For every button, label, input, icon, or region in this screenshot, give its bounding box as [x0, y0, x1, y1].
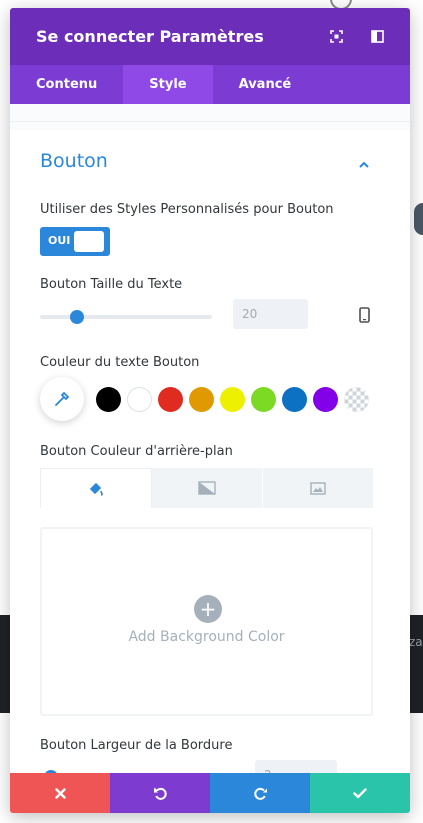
swatch-black[interactable]: [96, 387, 121, 412]
cancel-button[interactable]: [10, 773, 110, 813]
modal-title: Se connecter Paramètres: [36, 27, 264, 46]
divider: [10, 121, 410, 122]
add-background-color-label[interactable]: Add Background Color: [42, 629, 371, 645]
gradient-icon: [198, 481, 216, 495]
modal-footer: [10, 773, 410, 813]
close-icon: [54, 787, 66, 799]
swatch-green[interactable]: [251, 387, 276, 412]
check-icon: [353, 787, 367, 798]
text-color-label: Couleur du texte Bouton: [40, 355, 200, 370]
swatch-red[interactable]: [158, 387, 183, 412]
color-picker-button[interactable]: [40, 377, 84, 421]
header-icons: [330, 30, 384, 43]
undo-button[interactable]: [110, 773, 210, 813]
background-type-tabs: [40, 468, 373, 508]
plus-icon[interactable]: +: [194, 595, 222, 623]
image-icon: [310, 481, 326, 495]
tab-gradient[interactable]: [152, 468, 263, 508]
phone-icon[interactable]: [359, 307, 370, 323]
border-width-label: Bouton Largeur de la Bordure: [40, 738, 233, 753]
eyedropper-icon: [55, 391, 70, 406]
background-side-text: za: [409, 635, 423, 649]
redo-button[interactable]: [210, 773, 310, 813]
tab-contenu[interactable]: Contenu: [10, 65, 123, 104]
text-size-label: Bouton Taille du Texte: [40, 277, 183, 292]
chevron-up-icon[interactable]: [358, 156, 370, 168]
swatch-white[interactable]: [127, 387, 152, 412]
text-size-slider[interactable]: [40, 315, 212, 319]
custom-styles-toggle[interactable]: OUI: [40, 227, 110, 256]
swatch-transparent[interactable]: [344, 387, 369, 412]
border-width-input[interactable]: 2: [255, 760, 337, 773]
swatch-blue[interactable]: [282, 387, 307, 412]
undo-icon: [153, 787, 167, 800]
settings-content[interactable]: Bouton Utiliser des Styles Personnalisés…: [10, 104, 410, 773]
custom-styles-label: Utiliser des Styles Personnalisés pour B…: [40, 202, 334, 217]
save-button[interactable]: [310, 773, 410, 813]
paint-bucket-icon: [89, 482, 103, 496]
swatch-purple[interactable]: [313, 387, 338, 412]
redo-icon: [253, 787, 267, 800]
bg-color-label: Bouton Couleur d'arrière-plan: [40, 444, 233, 459]
text-size-slider-handle[interactable]: [70, 310, 84, 324]
toggle-knob: [74, 231, 104, 252]
section-title[interactable]: Bouton: [40, 150, 108, 172]
tab-avance[interactable]: Avancé: [213, 65, 318, 104]
settings-modal: Se connecter Paramètres Contenu Style Av…: [10, 8, 410, 813]
tab-color[interactable]: [40, 468, 152, 508]
bouton-section: Bouton Utiliser des Styles Personnalisés…: [10, 130, 410, 773]
modal-tabs: Contenu Style Avancé: [10, 65, 410, 104]
swatch-orange[interactable]: [189, 387, 214, 412]
background-color-area[interactable]: + Add Background Color: [40, 527, 373, 716]
split-view-icon[interactable]: [371, 30, 384, 43]
background-toggle-knob: [414, 203, 423, 235]
text-size-input[interactable]: 20: [233, 299, 308, 329]
modal-header: Se connecter Paramètres: [10, 8, 410, 65]
swatch-yellow[interactable]: [220, 387, 245, 412]
expand-icon[interactable]: [330, 30, 343, 43]
tab-style[interactable]: Style: [123, 65, 213, 104]
toggle-text: OUI: [48, 234, 71, 247]
tab-image[interactable]: [263, 468, 373, 508]
